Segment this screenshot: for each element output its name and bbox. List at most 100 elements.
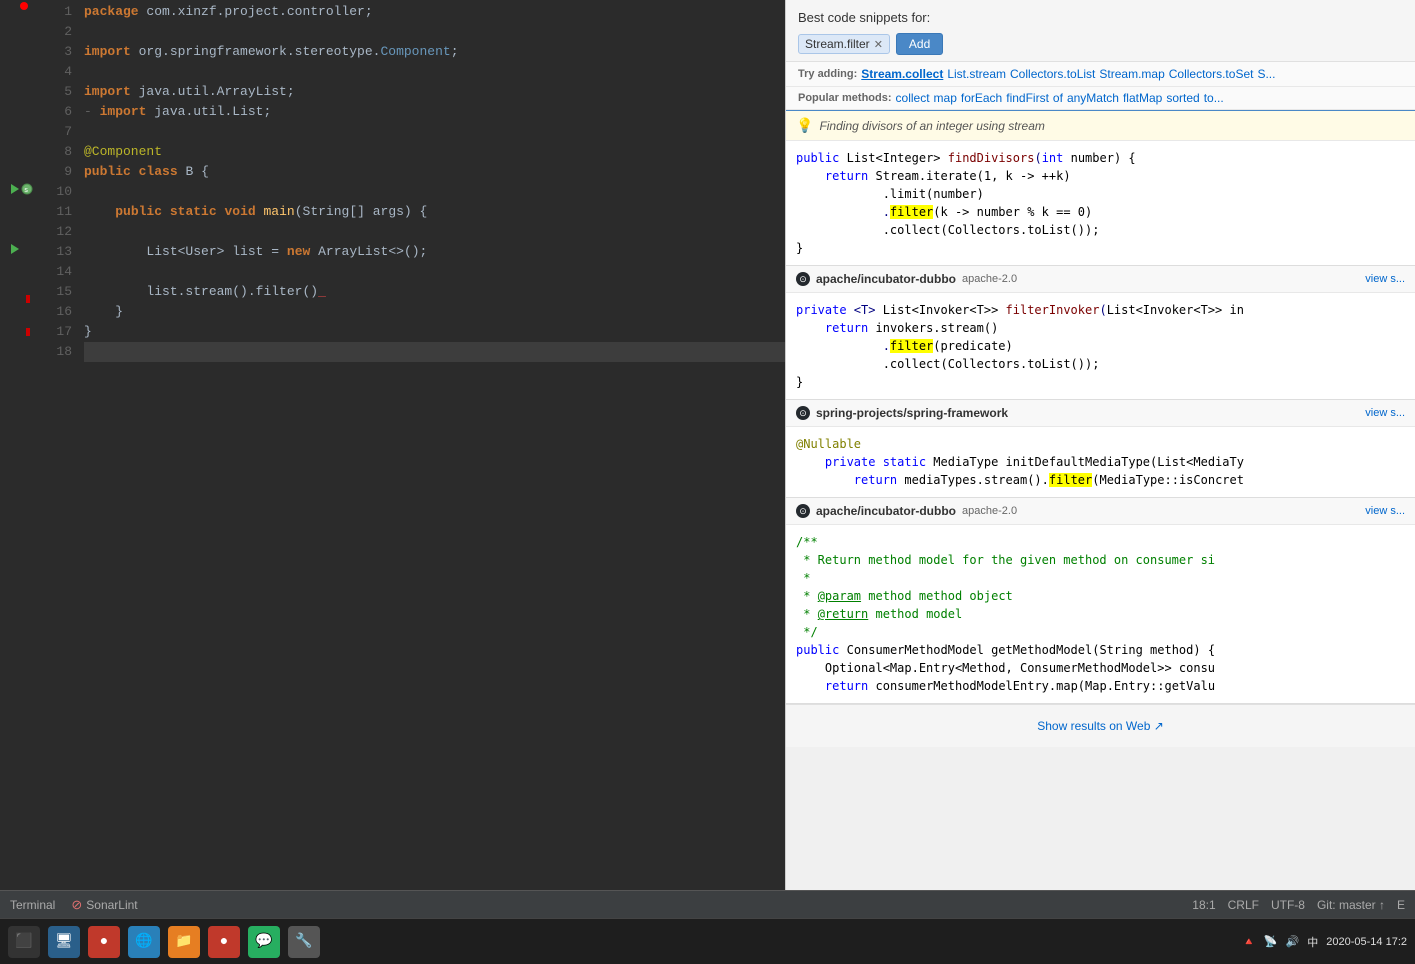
code-editor: s 1 2 3 4 5 6 7 8 9	[0, 0, 785, 890]
view-source-4[interactable]: view s...	[1365, 505, 1405, 517]
scroll-marker-1	[26, 295, 30, 303]
github-icon-2: ⊙	[796, 272, 810, 286]
search-bar: Stream.filter ✕ Add	[798, 33, 1403, 55]
taskbar-icon-files[interactable]: 📁	[168, 926, 200, 958]
snippet-line: return mediaTypes.stream().filter(MediaT…	[796, 471, 1405, 489]
taskbar-icon-red[interactable]: ●	[208, 926, 240, 958]
system-icon-notification[interactable]: 🔺	[1242, 935, 1256, 948]
code-line-1: package com.xinzf.project.controller;	[84, 2, 785, 22]
popular-to[interactable]: to...	[1204, 91, 1224, 105]
repo-license-4: apache-2.0	[962, 505, 1017, 517]
system-icon-input[interactable]: 中	[1307, 934, 1318, 950]
taskbar-icon-monitor[interactable]: 🖥	[48, 926, 80, 958]
popular-methods-bar: Popular methods: collect map forEach fin…	[786, 87, 1415, 110]
snippet-finding-1: 💡 Finding divisors of an integer using s…	[786, 111, 1415, 141]
taskbar-icon-terminal[interactable]: ⬛	[8, 926, 40, 958]
code-line-8: @Component	[84, 142, 785, 162]
status-right: 18:1 CRLF UTF-8 Git: master ↑ E	[1192, 898, 1405, 912]
snippets-panel: Best code snippets for: Stream.filter ✕ …	[785, 0, 1415, 890]
snippet-line: }	[796, 373, 1405, 391]
code-line-6: - import java.util.List;	[84, 102, 785, 122]
finding-icon: 💡	[796, 117, 813, 134]
code-line-13: List<User> list = new ArrayList<>();	[84, 242, 785, 262]
code-line-18	[84, 342, 785, 362]
snippet-line: Optional<Map.Entry<Method, ConsumerMetho…	[796, 659, 1405, 677]
try-adding-list-stream[interactable]: List.stream	[947, 67, 1006, 81]
popular-map[interactable]: map	[934, 91, 957, 105]
snippet-code-3: @Nullable private static MediaType initD…	[786, 427, 1415, 497]
repo-license-2: apache-2.0	[962, 273, 1017, 285]
snippet-card-header-2: ⊙ apache/incubator-dubbo apache-2.0 view…	[786, 266, 1415, 293]
snippet-code-2: private <T> List<Invoker<T>> filterInvok…	[786, 293, 1415, 399]
taskbar-icon-chat[interactable]: 💬	[248, 926, 280, 958]
snippet-code-4: /** * Return method model for the given …	[786, 525, 1415, 703]
popular-of[interactable]: of	[1053, 91, 1063, 105]
code-line-17: }	[84, 322, 785, 342]
spring-bean-icon[interactable]: s	[20, 182, 34, 196]
snippet-card-header-3: ⊙ spring-projects/spring-framework view …	[786, 400, 1415, 427]
snippets-list[interactable]: 💡 Finding divisors of an integer using s…	[786, 111, 1415, 890]
status-bar: Terminal ⊘ SonarLint 18:1 CRLF UTF-8 Git…	[0, 890, 1415, 918]
terminal-label: Terminal	[10, 898, 55, 912]
try-adding-more[interactable]: S...	[1257, 67, 1275, 81]
taskbar-icon-app1[interactable]: ●	[88, 926, 120, 958]
view-source-2[interactable]: view s...	[1365, 273, 1405, 285]
snippet-card-2: ⊙ apache/incubator-dubbo apache-2.0 view…	[786, 266, 1415, 400]
popular-findfirst[interactable]: findFirst	[1006, 91, 1049, 105]
try-adding-stream-collect[interactable]: Stream.collect	[861, 67, 943, 81]
terminal-status[interactable]: Terminal	[10, 898, 55, 912]
snippet-line: }	[796, 239, 1405, 257]
code-line-11: public static void main(String[] args) {	[84, 202, 785, 222]
try-adding-label: Try adding:	[798, 68, 857, 80]
view-source-3[interactable]: view s...	[1365, 407, 1405, 419]
try-adding-collectors-tolist[interactable]: Collectors.toList	[1010, 67, 1095, 81]
snippet-repo-4: ⊙ apache/incubator-dubbo apache-2.0	[796, 504, 1017, 518]
snippet-line: .collect(Collectors.toList());	[796, 355, 1405, 373]
popular-sorted[interactable]: sorted	[1166, 91, 1199, 105]
popular-collect[interactable]: collect	[896, 91, 930, 105]
snippet-line: * @return method model	[796, 605, 1405, 623]
system-icon-network[interactable]: 📡	[1264, 935, 1278, 948]
snippet-line: return Stream.iterate(1, k -> ++k)	[796, 167, 1405, 185]
snippet-line: public ConsumerMethodModel getMethodMode…	[796, 641, 1405, 659]
run-icon-2[interactable]	[8, 242, 22, 256]
popular-foreach[interactable]: forEach	[961, 91, 1002, 105]
taskbar-icon-browser[interactable]: 🌐	[128, 926, 160, 958]
code-line-12	[84, 222, 785, 242]
try-adding-stream-map[interactable]: Stream.map	[1099, 67, 1164, 81]
taskbar-icon-settings[interactable]: 🔧	[288, 926, 320, 958]
snippet-card-header-4: ⊙ apache/incubator-dubbo apache-2.0 view…	[786, 498, 1415, 525]
line-numbers: 1 2 3 4 5 6 7 8 9 10 11 12 13 14 15 16 1…	[30, 0, 80, 890]
taskbar: ⬛ 🖥 ● 🌐 📁 ● 💬 🔧 🔺 📡 🔊 中 2020-05-14 17:2	[0, 918, 1415, 964]
show-results-button[interactable]: Show results on Web ↗	[1029, 715, 1172, 737]
scroll-marker-2	[26, 328, 30, 336]
code-line-10	[84, 182, 785, 202]
code-line-14	[84, 262, 785, 282]
popular-flatmap[interactable]: flatMap	[1123, 91, 1162, 105]
e-indicator: E	[1397, 898, 1405, 912]
snippet-card-4: ⊙ apache/incubator-dubbo apache-2.0 view…	[786, 498, 1415, 704]
snippet-line: private static MediaType initDefaultMedi…	[796, 453, 1405, 471]
finding-text-1: Finding divisors of an integer using str…	[819, 119, 1044, 133]
github-icon-3: ⊙	[796, 406, 810, 420]
repo-name-2: apache/incubator-dubbo	[816, 272, 956, 286]
git-branch: Git: master ↑	[1317, 898, 1385, 912]
code-line-3: import org.springframework.stereotype.Co…	[84, 42, 785, 62]
search-tag-close[interactable]: ✕	[874, 38, 883, 51]
search-tag[interactable]: Stream.filter ✕	[798, 34, 890, 54]
system-icon-volume[interactable]: 🔊	[1286, 935, 1300, 948]
code-content[interactable]: package com.xinzf.project.controller; im…	[80, 0, 785, 890]
snippet-line: return consumerMethodModelEntry.map(Map.…	[796, 677, 1405, 695]
code-line-4	[84, 62, 785, 82]
snippet-repo-2: ⊙ apache/incubator-dubbo apache-2.0	[796, 272, 1017, 286]
try-adding-collectors-toset[interactable]: Collectors.toSet	[1169, 67, 1254, 81]
add-button[interactable]: Add	[896, 33, 943, 55]
try-adding-bar: Try adding: Stream.collect List.stream C…	[786, 62, 1415, 87]
sonar-status[interactable]: ⊘ SonarLint	[71, 897, 137, 913]
code-line-16: }	[84, 302, 785, 322]
github-icon-4: ⊙	[796, 504, 810, 518]
snippet-line: * @param method method object	[796, 587, 1405, 605]
snippet-line: @Nullable	[796, 435, 1405, 453]
snippet-line: public List<Integer> findDivisors(int nu…	[796, 149, 1405, 167]
popular-anymatch[interactable]: anyMatch	[1067, 91, 1119, 105]
